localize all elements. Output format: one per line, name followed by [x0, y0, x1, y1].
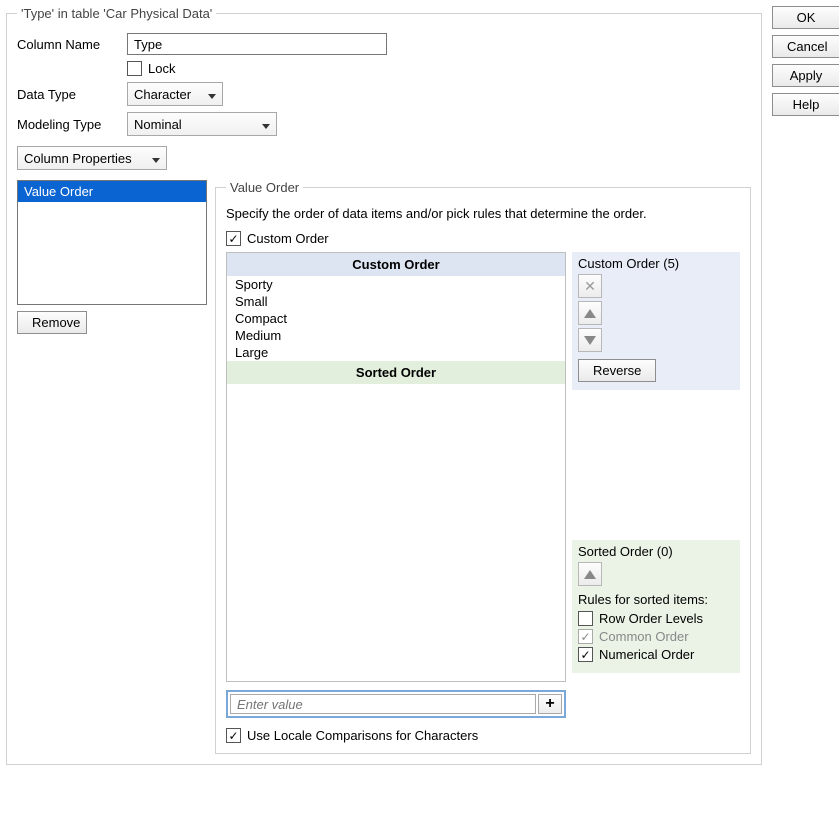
value-order-legend: Value Order: [226, 180, 303, 195]
delete-button[interactable]: [578, 274, 602, 298]
move-down-button[interactable]: [578, 328, 602, 352]
custom-order-cb-label: Custom Order: [247, 231, 329, 246]
numerical-order-label: Numerical Order: [599, 647, 694, 662]
use-locale-label: Use Locale Comparisons for Characters: [247, 728, 478, 743]
list-item[interactable]: Large: [227, 344, 565, 361]
numerical-order-checkbox[interactable]: [578, 647, 593, 662]
sorted-move-up-button[interactable]: [578, 562, 602, 586]
cancel-button[interactable]: Cancel: [772, 35, 839, 58]
chevron-down-icon: [152, 158, 160, 163]
column-info-group: 'Type' in table 'Car Physical Data' Colu…: [6, 6, 762, 765]
list-item[interactable]: Sporty: [227, 276, 565, 293]
custom-order-panel: Custom Order (5) Reverse: [572, 252, 740, 390]
column-properties-menu[interactable]: Column Properties: [17, 146, 167, 170]
custom-order-checkbox[interactable]: [226, 231, 241, 246]
lock-checkbox[interactable]: [127, 61, 142, 76]
list-item[interactable]: Small: [227, 293, 565, 310]
order-lists: Custom Order Sporty Small Compact Medium…: [226, 252, 566, 682]
lock-label: Lock: [148, 61, 175, 76]
list-item[interactable]: Compact: [227, 310, 565, 327]
enter-value-row: +: [226, 690, 566, 718]
enter-value-input[interactable]: [230, 694, 536, 714]
chevron-down-icon: [208, 94, 216, 99]
column-name-input[interactable]: [127, 33, 387, 55]
properties-listbox[interactable]: Value Order: [17, 180, 207, 305]
modeling-type-value: Nominal: [134, 117, 182, 132]
sorted-order-panel-title: Sorted Order (0): [578, 544, 734, 559]
list-item[interactable]: Medium: [227, 327, 565, 344]
use-locale-checkbox[interactable]: [226, 728, 241, 743]
column-properties-label: Column Properties: [24, 151, 132, 166]
data-type-value: Character: [134, 87, 191, 102]
sorted-order-list[interactable]: [227, 384, 565, 681]
rules-label: Rules for sorted items:: [578, 592, 734, 607]
reverse-button[interactable]: Reverse: [578, 359, 656, 382]
value-order-description: Specify the order of data items and/or p…: [226, 205, 740, 223]
arrow-up-icon: [584, 570, 596, 579]
group-legend: 'Type' in table 'Car Physical Data': [17, 6, 216, 21]
plus-icon: +: [545, 695, 554, 713]
arrow-down-icon: [584, 336, 596, 345]
data-type-label: Data Type: [17, 87, 127, 102]
common-order-label: Common Order: [599, 629, 689, 644]
apply-button[interactable]: Apply: [772, 64, 839, 87]
sorted-order-header: Sorted Order: [227, 361, 565, 384]
ok-button[interactable]: OK: [772, 6, 839, 29]
modeling-type-label: Modeling Type: [17, 117, 127, 132]
x-icon: [584, 278, 596, 295]
move-up-button[interactable]: [578, 301, 602, 325]
remove-button[interactable]: Remove: [17, 311, 87, 334]
custom-order-panel-title: Custom Order (5): [578, 256, 734, 271]
chevron-down-icon: [262, 124, 270, 129]
sorted-order-panel: Sorted Order (0) Rules for sorted items:…: [572, 540, 740, 673]
data-type-select[interactable]: Character: [127, 82, 223, 106]
add-value-button[interactable]: +: [538, 694, 562, 714]
value-order-group: Value Order Specify the order of data it…: [215, 180, 751, 754]
modeling-type-select[interactable]: Nominal: [127, 112, 277, 136]
arrow-up-icon: [584, 309, 596, 318]
custom-order-header: Custom Order: [227, 253, 565, 276]
list-item-value-order[interactable]: Value Order: [18, 181, 206, 202]
common-order-checkbox: [578, 629, 593, 644]
row-order-levels-label: Row Order Levels: [599, 611, 703, 626]
column-name-label: Column Name: [17, 37, 127, 52]
help-button[interactable]: Help: [772, 93, 839, 116]
row-order-levels-checkbox[interactable]: [578, 611, 593, 626]
